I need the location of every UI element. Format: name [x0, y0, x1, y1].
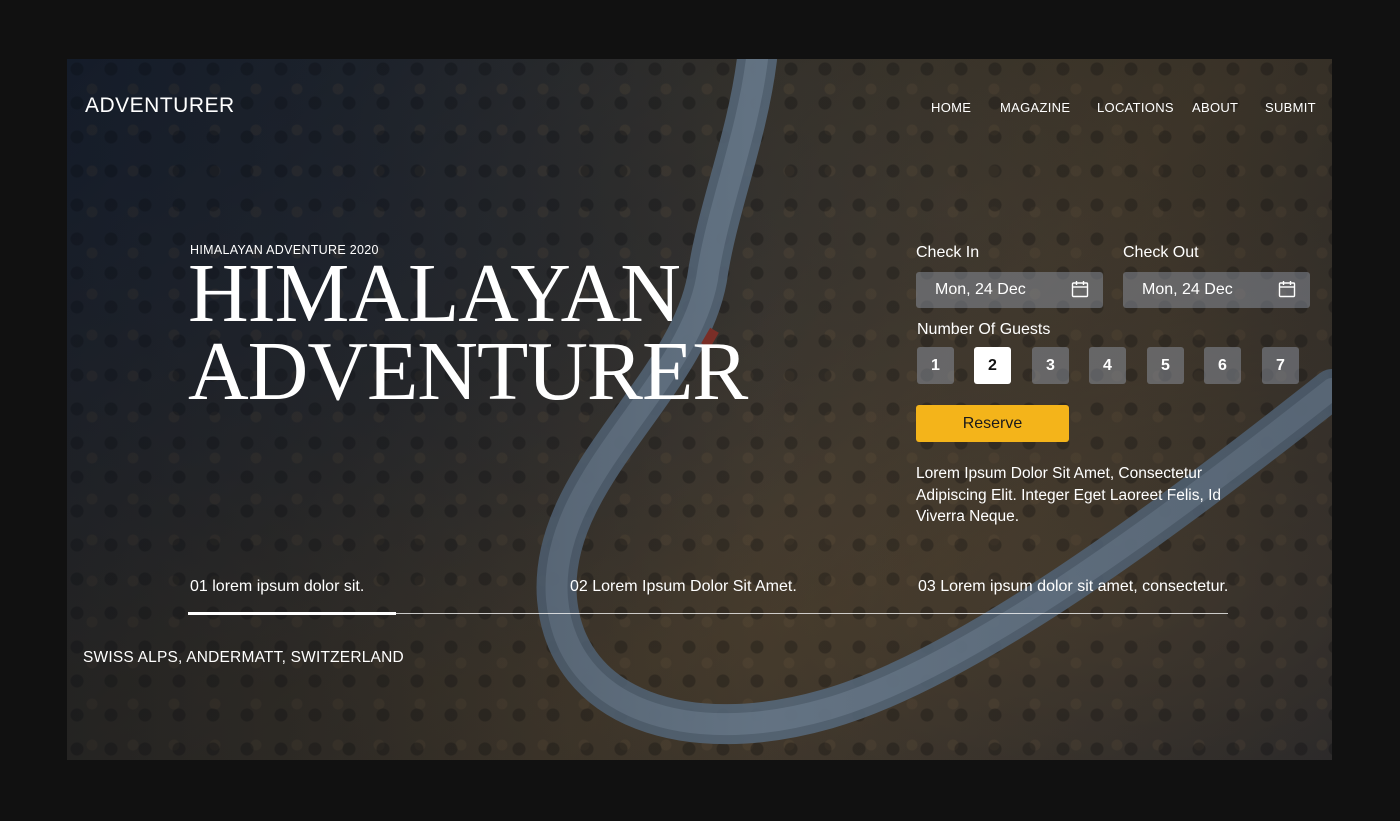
- nav-magazine[interactable]: MAGAZINE: [1000, 100, 1070, 115]
- calendar-icon[interactable]: [1278, 280, 1296, 298]
- guest-option-1[interactable]: 1: [917, 347, 954, 384]
- check-out-value: Mon, 24 Dec: [1142, 281, 1233, 298]
- check-in-label: Check In: [916, 244, 980, 261]
- nav-about[interactable]: ABOUT: [1192, 100, 1238, 115]
- check-in-value: Mon, 24 Dec: [935, 281, 1026, 298]
- hero-title-line-1: HIMALAYAN: [188, 247, 681, 340]
- location-caption: SWISS ALPS, ANDERMATT, SWITZERLAND: [83, 649, 404, 666]
- calendar-icon[interactable]: [1071, 280, 1089, 298]
- booking-description: Lorem Ipsum Dolor Sit Amet, Consectetur …: [916, 465, 1221, 525]
- slide-tab-3[interactable]: 03 Lorem ipsum dolor sit amet, consectet…: [918, 578, 1228, 596]
- slide-tab-1[interactable]: 01 lorem ipsum dolor sit.: [190, 578, 364, 596]
- check-out-label: Check Out: [1123, 244, 1199, 261]
- hero-title: HIMALAYAN ADVENTURER: [188, 247, 748, 418]
- nav-submit[interactable]: SUBMIT: [1265, 100, 1316, 115]
- guest-option-7[interactable]: 7: [1262, 347, 1299, 384]
- guest-option-5[interactable]: 5: [1147, 347, 1184, 384]
- check-in-field[interactable]: Mon, 24 Dec: [916, 272, 1103, 308]
- hero-section: ADVENTURER HOME MAGAZINE LOCATIONS ABOUT…: [67, 59, 1332, 760]
- slide-tab-2[interactable]: 02 Lorem Ipsum Dolor Sit Amet.: [570, 578, 797, 596]
- main-nav: HOME MAGAZINE LOCATIONS ABOUT SUBMIT: [67, 100, 1332, 120]
- slide-progress-fill: [188, 612, 396, 615]
- guests-label: Number Of Guests: [917, 321, 1051, 338]
- guest-option-2[interactable]: 2: [974, 347, 1011, 384]
- guest-option-4[interactable]: 4: [1089, 347, 1126, 384]
- reserve-button[interactable]: Reserve: [916, 405, 1069, 442]
- hero-title-line-2: ADVENTURER: [188, 325, 748, 418]
- nav-home[interactable]: HOME: [931, 100, 971, 115]
- check-out-field[interactable]: Mon, 24 Dec: [1123, 272, 1310, 308]
- guest-option-6[interactable]: 6: [1204, 347, 1241, 384]
- nav-locations[interactable]: LOCATIONS: [1097, 100, 1174, 115]
- guest-option-3[interactable]: 3: [1032, 347, 1069, 384]
